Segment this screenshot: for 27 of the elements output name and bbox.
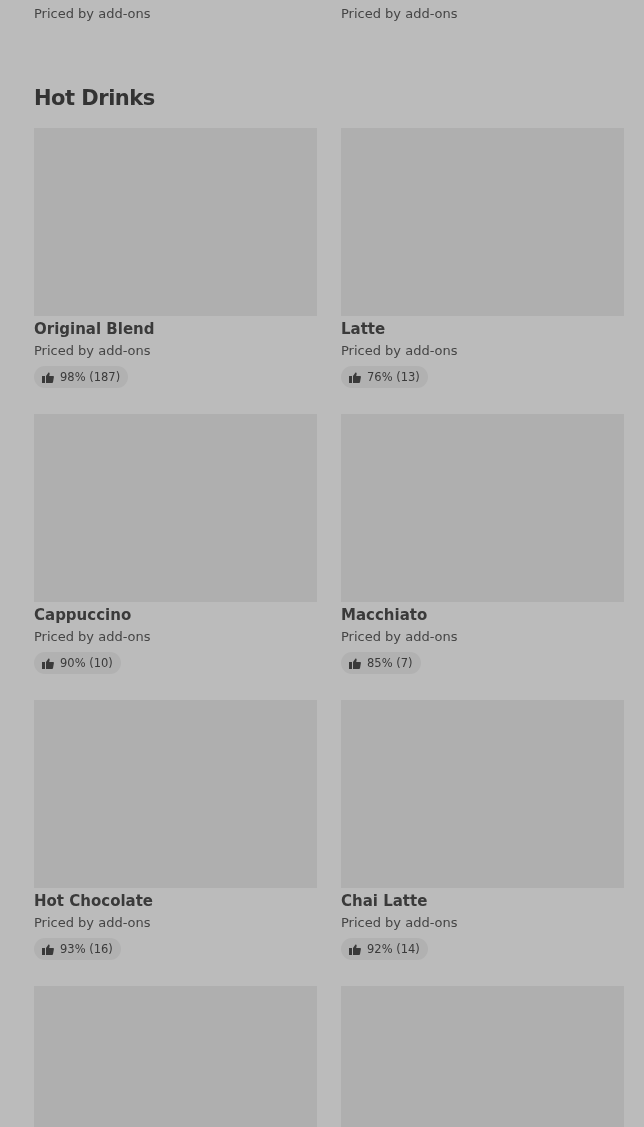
- item-price: Priced by add-ons: [34, 628, 152, 646]
- item-name: Original Blend: [34, 319, 156, 339]
- item-name: Cappuccino: [34, 605, 133, 625]
- section-heading: Hot Drinks: [34, 85, 156, 111]
- thumbs-up-icon: [349, 943, 361, 955]
- thumbs-up-icon: [42, 371, 54, 383]
- item-price: Priced by add-ons: [341, 5, 459, 23]
- item-price: Priced by add-ons: [34, 914, 152, 932]
- rating-text: 98% (187): [60, 370, 121, 384]
- thumbs-up-icon: [349, 657, 361, 669]
- item-price: Priced by add-ons: [341, 914, 459, 932]
- item-price: Priced by add-ons: [341, 342, 459, 360]
- thumbs-up-icon: [42, 657, 54, 669]
- item-price: Priced by add-ons: [34, 342, 152, 360]
- item-price: Priced by add-ons: [341, 628, 459, 646]
- item-price: Priced by add-ons: [34, 5, 152, 23]
- thumbs-up-icon: [42, 943, 54, 955]
- thumbs-up-icon: [349, 371, 361, 383]
- rating-text: 92% (14): [367, 942, 420, 956]
- item-name: Macchiato: [341, 605, 429, 625]
- rating-text: 93% (16): [60, 942, 113, 956]
- item-name: Hot Chocolate: [34, 891, 155, 911]
- rating-text: 85% (7): [367, 656, 413, 670]
- rating-text: 90% (10): [60, 656, 113, 670]
- rating-text: 76% (13): [367, 370, 420, 384]
- item-name: Latte: [341, 319, 387, 339]
- item-name: Chai Latte: [341, 891, 429, 911]
